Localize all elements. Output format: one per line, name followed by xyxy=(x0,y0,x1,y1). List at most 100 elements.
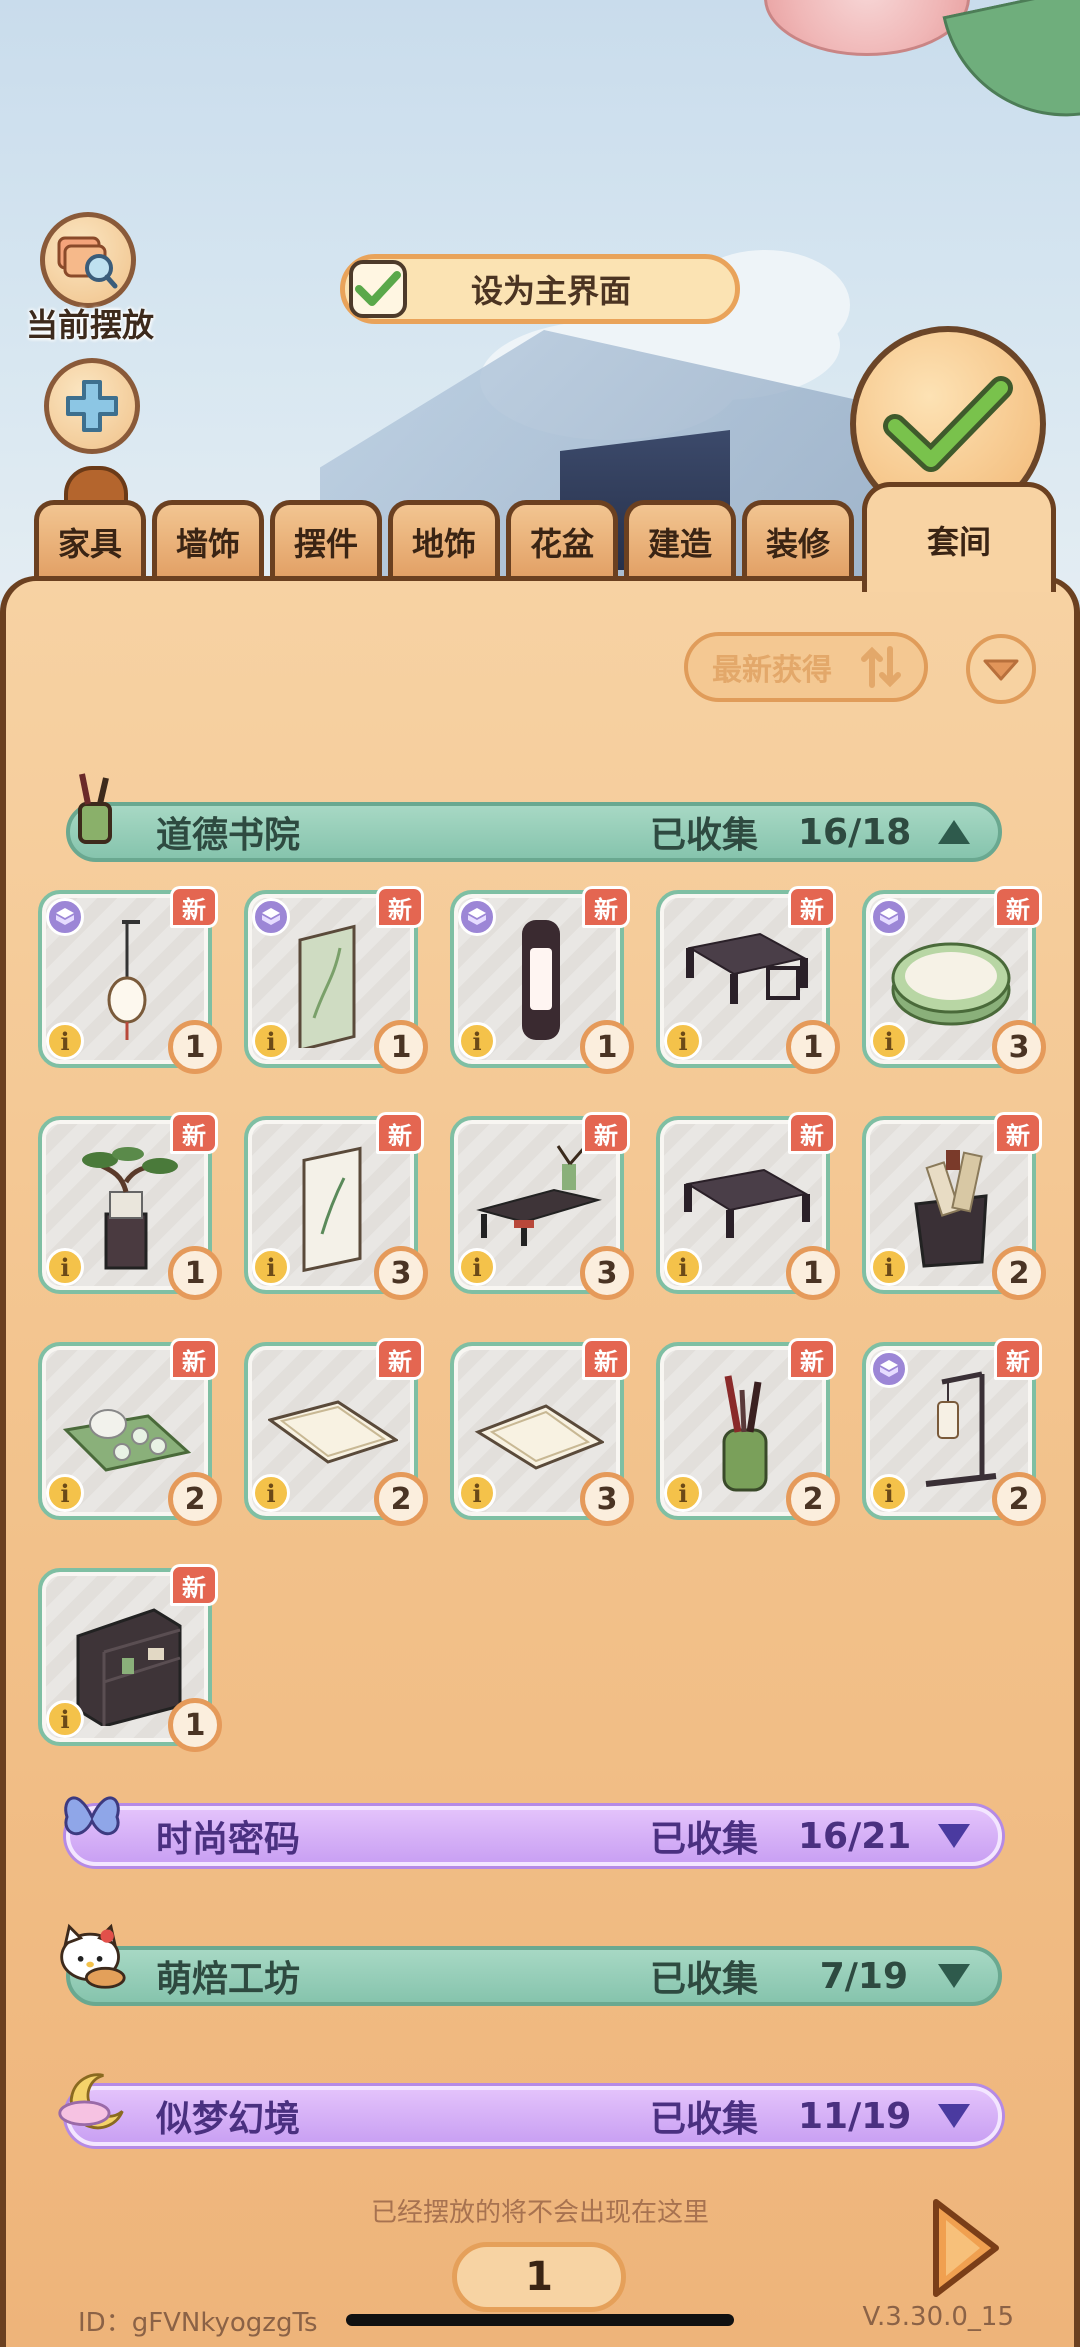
info-icon[interactable]: i xyxy=(664,1474,702,1512)
info-icon[interactable]: i xyxy=(458,1248,496,1286)
item-card[interactable]: 新 i 3 xyxy=(244,1112,428,1300)
info-icon[interactable]: i xyxy=(458,1474,496,1512)
info-icon[interactable]: i xyxy=(46,1248,84,1286)
info-icon[interactable]: i xyxy=(870,1248,908,1286)
item-card[interactable]: 新 i 1 xyxy=(656,886,840,1074)
item-card[interactable]: 新 i 2 xyxy=(244,1338,428,1526)
chevron-down-icon xyxy=(932,2098,976,2134)
new-badge: 新 xyxy=(376,1338,424,1380)
check-icon xyxy=(883,376,1013,472)
current-placement-button[interactable] xyxy=(40,212,136,308)
add-button[interactable] xyxy=(44,358,140,454)
info-icon[interactable]: i xyxy=(46,1474,84,1512)
item-count: 1 xyxy=(168,1698,222,1752)
next-page-button[interactable] xyxy=(926,2196,1002,2300)
category-name: 萌焙工坊 xyxy=(156,1959,301,2000)
category-bar-2[interactable]: 时尚密码 已收集 16/21 xyxy=(66,1806,1002,1866)
set-as-home-label: 设为主界面 xyxy=(470,272,631,310)
rug-large-image xyxy=(474,1360,606,1500)
info-icon[interactable]: i xyxy=(46,1700,84,1738)
item-card[interactable]: 新 i 1 xyxy=(38,886,222,1074)
info-icon[interactable]: i xyxy=(252,1248,290,1286)
category-bar-1[interactable]: 道德书院 已收集 16/18 xyxy=(66,802,1002,862)
item-card[interactable]: 新 i 1 xyxy=(244,886,428,1074)
item-card[interactable]: 新 i 3 xyxy=(450,1112,634,1300)
tab-renovation[interactable]: 装修 xyxy=(742,500,854,578)
item-card[interactable]: 新 i 3 xyxy=(862,886,1046,1074)
painting-scroll-image xyxy=(268,1134,398,1274)
hanging-lantern-image xyxy=(62,908,192,1048)
new-badge: 新 xyxy=(788,1112,836,1154)
item-count: 1 xyxy=(786,1246,840,1300)
info-icon[interactable]: i xyxy=(664,1022,702,1060)
bookcase-image xyxy=(62,1586,192,1728)
info-icon[interactable]: i xyxy=(46,1022,84,1060)
round-mat-image xyxy=(886,908,1016,1048)
item-card[interactable]: 新 i 3 xyxy=(450,1338,634,1526)
item-count: 1 xyxy=(580,1020,634,1074)
scroll-basket-image xyxy=(886,1134,1016,1274)
collected-label: 已收集 xyxy=(649,1959,758,2000)
set-as-home-button[interactable]: 设为主界面 xyxy=(340,254,740,324)
low-table-image xyxy=(680,1134,810,1274)
item-card[interactable]: 新 i 1 xyxy=(656,1112,840,1300)
item-card[interactable]: 新 i 2 xyxy=(862,1112,1046,1300)
lantern-stand-image xyxy=(886,1360,1016,1500)
category-name: 时尚密码 xyxy=(156,1819,301,1860)
sort-button[interactable]: 最新获得 xyxy=(684,632,928,702)
suite-piece-icon xyxy=(46,898,84,936)
info-icon[interactable]: i xyxy=(252,1022,290,1060)
tab-wall-decor[interactable]: 墙饰 xyxy=(152,500,264,578)
info-icon[interactable]: i xyxy=(870,1474,908,1512)
page-number[interactable]: 1 xyxy=(452,2242,626,2312)
suite-piece-icon xyxy=(252,898,290,936)
brush-pot-image xyxy=(680,1360,810,1500)
filter-dropdown-button[interactable] xyxy=(966,634,1036,704)
suite-piece-icon xyxy=(870,1350,908,1388)
item-count: 2 xyxy=(786,1472,840,1526)
new-badge: 新 xyxy=(170,1112,218,1154)
crescent-moon-icon xyxy=(56,2064,128,2136)
info-icon[interactable]: i xyxy=(458,1022,496,1060)
category-name: 似梦幻境 xyxy=(156,2099,301,2140)
flower-decoration xyxy=(764,0,970,56)
suite-piece-icon xyxy=(458,898,496,936)
low-bench-image xyxy=(680,908,810,1048)
new-badge: 新 xyxy=(170,1564,218,1606)
sort-arrows-icon xyxy=(861,646,901,688)
info-icon[interactable]: i xyxy=(664,1248,702,1286)
item-card[interactable]: 新 i 1 xyxy=(38,1564,222,1752)
item-card[interactable]: 新 i 2 xyxy=(656,1338,840,1526)
item-count: 1 xyxy=(168,1020,222,1074)
tab-suites[interactable]: 套间 xyxy=(862,482,1056,592)
new-badge: 新 xyxy=(376,886,424,928)
item-count: 2 xyxy=(374,1472,428,1526)
tab-floor-decor[interactable]: 地饰 xyxy=(388,500,500,578)
checkbox[interactable] xyxy=(349,260,407,318)
item-count: 3 xyxy=(580,1472,634,1526)
bonsai-stand-image xyxy=(62,1134,192,1274)
category-bar-3[interactable]: 萌焙工坊 已收集 7/19 xyxy=(66,1946,1002,2006)
item-card[interactable]: 新 i 1 xyxy=(38,1112,222,1300)
brush-pot-icon xyxy=(60,772,132,844)
category-name: 道德书院 xyxy=(156,815,301,856)
home-indicator[interactable] xyxy=(346,2314,734,2326)
item-card[interactable]: 新 i 2 xyxy=(38,1338,222,1526)
chevron-down-icon xyxy=(932,1958,976,1994)
sort-label: 最新获得 xyxy=(712,653,832,688)
new-badge: 新 xyxy=(994,886,1042,928)
chevron-up-icon xyxy=(932,814,976,850)
leaf-decoration xyxy=(942,0,1080,140)
new-badge: 新 xyxy=(994,1112,1042,1154)
info-icon[interactable]: i xyxy=(870,1022,908,1060)
plus-icon xyxy=(66,380,118,432)
item-count: 2 xyxy=(168,1472,222,1526)
item-card[interactable]: 新 i 2 xyxy=(862,1338,1046,1526)
category-bar-4[interactable]: 似梦幻境 已收集 11/19 xyxy=(66,2086,1002,2146)
tab-flowerpots[interactable]: 花盆 xyxy=(506,500,618,578)
info-icon[interactable]: i xyxy=(252,1474,290,1512)
tab-ornaments[interactable]: 摆件 xyxy=(270,500,382,578)
tab-furniture[interactable]: 家具 xyxy=(34,500,146,578)
item-card[interactable]: 新 i 1 xyxy=(450,886,634,1074)
tab-building[interactable]: 建造 xyxy=(624,500,736,578)
